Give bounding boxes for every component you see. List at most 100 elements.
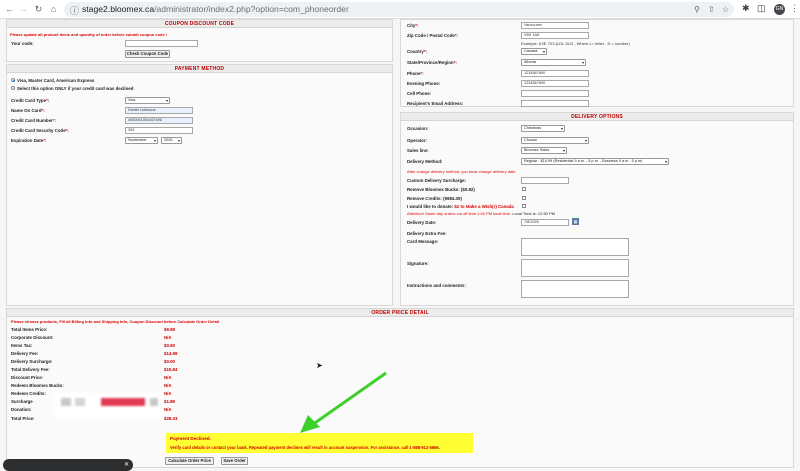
avatar[interactable]: GN	[774, 4, 785, 15]
card-number-label: Credit Card Number*:	[11, 118, 56, 123]
save-order-button[interactable]: Save Order	[221, 457, 248, 465]
donate-label: I would like to donate: $2 to Make a Wis…	[407, 204, 514, 209]
card-message-label: Card Message:	[407, 239, 439, 244]
address-bar[interactable]: ⓘ stage2.bloomex.ca/administrator/index2…	[64, 2, 734, 17]
sales-line-select[interactable]: Bloomex Sales	[521, 147, 567, 154]
summary-label: Redeem Credits:	[11, 391, 46, 396]
delivery-method-label: Delivery Method:	[407, 159, 443, 164]
payment-radio-card[interactable]	[11, 78, 15, 82]
security-code-input[interactable]: 393	[125, 127, 193, 134]
bookmark-star-icon[interactable]: ☆	[722, 5, 729, 14]
calendar-icon[interactable]: ▦	[572, 218, 579, 225]
order-title: ORDER PRICE DETAIL	[7, 309, 793, 317]
occasion-select[interactable]: Christmas	[521, 125, 565, 132]
summary-value: N/A	[164, 391, 172, 396]
remove-bucks-checkbox[interactable]	[522, 187, 526, 191]
signature-textarea[interactable]	[521, 259, 629, 277]
evening-phone-label: Evening Phone:	[407, 81, 441, 86]
zip-label: Zip Code / Postal Code*:	[407, 33, 459, 38]
card-type-select[interactable]: Visa	[125, 97, 170, 104]
coupon-notice: Please update all product items and quan…	[10, 32, 168, 37]
delivery-method-select[interactable]: Regular - $14.99 (Residential 9 a.m. - 8…	[521, 158, 669, 165]
name-on-card-input[interactable]: Dimitri Lukmuna	[125, 107, 193, 114]
instructions-textarea[interactable]	[521, 280, 629, 298]
delivery-extra-fee-label: Delivery Extra Fee:	[407, 231, 447, 236]
recipient-email-input[interactable]	[521, 100, 589, 107]
country-select[interactable]: Canada	[521, 48, 547, 55]
state-label: State/Province/Region*:	[407, 60, 457, 65]
signature-label: Signature:	[407, 261, 429, 266]
browser-toolbar: ← → ↻ ⌂ ⓘ stage2.bloomex.ca/administrato…	[0, 0, 800, 19]
state-select[interactable]: Alberta	[521, 59, 586, 66]
payment-section: PAYMENT METHOD Visa, Master Card, Americ…	[6, 64, 393, 306]
city-input[interactable]: Vancouver	[521, 22, 589, 29]
zip-input[interactable]: V6H 1A6	[521, 32, 589, 39]
shipping-section: City*: Vancouver Zip Code / Postal Code*…	[400, 19, 794, 107]
cutoff-notice: Attention! Same day orders cut off time …	[407, 211, 556, 216]
summary-value: $28.33	[164, 416, 178, 421]
redaction-overlay	[53, 393, 161, 419]
summary-value: N/A	[164, 383, 172, 388]
close-icon[interactable]: ✕	[124, 461, 129, 468]
zoom-icon[interactable]: ⚲	[694, 5, 700, 14]
payment-option-declined: Select this option ONLY if your credit c…	[17, 86, 134, 91]
zip-example: Example: K2E 7X3 (LDL DLD , Where L= let…	[521, 41, 630, 46]
delivery-date-input[interactable]: 7/8/2025	[521, 219, 569, 226]
expiration-year-select[interactable]: 2025	[161, 137, 182, 144]
phone-input[interactable]: 1234567890	[521, 70, 589, 77]
summary-label: Total Price:	[11, 416, 35, 421]
coupon-code-input[interactable]	[125, 40, 198, 47]
summary-label: Donation:	[11, 407, 32, 412]
payment-title: PAYMENT METHOD	[7, 65, 392, 73]
forward-icon[interactable]: →	[18, 4, 29, 15]
delivery-title: DELIVERY OPTIONS	[401, 113, 793, 121]
back-icon[interactable]: ←	[4, 4, 15, 15]
cell-phone-label: Cell Phone:	[407, 91, 432, 96]
summary-label: Items Tax:	[11, 343, 33, 348]
operator-label: Operator:	[407, 138, 428, 143]
payment-declined-alert: Payment Declined. Verify card details or…	[166, 433, 473, 453]
card-number-input[interactable]: 4000041004167406	[125, 117, 193, 124]
expiration-month-select[interactable]: September	[125, 137, 158, 144]
menu-dots-icon[interactable]: ⋮	[790, 3, 799, 14]
reload-icon[interactable]: ↻	[33, 4, 44, 15]
delivery-section: DELIVERY OPTIONS Occasion: Christmas Ope…	[400, 112, 794, 306]
card-message-textarea[interactable]	[521, 238, 629, 256]
coupon-code-label: Your code:	[11, 41, 34, 46]
delivery-date-label: Delivery Date:	[407, 220, 437, 225]
home-icon[interactable]: ⌂	[48, 4, 59, 15]
site-info-icon[interactable]: ⓘ	[70, 4, 79, 17]
remove-credits-checkbox[interactable]	[522, 196, 526, 200]
name-on-card-label: Name On Card*:	[11, 108, 45, 113]
summary-label: Delivery Fee:	[11, 351, 39, 356]
url-text: stage2.bloomex.ca/administrator/index2.p…	[82, 4, 349, 14]
sales-line-label: Sales line:	[407, 148, 429, 153]
evening-phone-input[interactable]: 1234567890	[521, 80, 589, 87]
donate-checkbox[interactable]	[522, 204, 526, 208]
declined-message: Verify card details or contact your bank…	[170, 445, 440, 450]
payment-option-card: Visa, Master Card, American Express	[17, 78, 95, 83]
extensions-icon[interactable]: ✱	[742, 3, 750, 14]
cell-phone-input[interactable]	[521, 90, 589, 97]
summary-label: Redeem Bloomex Bucks:	[11, 383, 64, 388]
summary-value: N/A	[164, 407, 172, 412]
security-code-label: Credit Card Security Code*:	[11, 128, 69, 133]
summary-value: $14.99	[164, 351, 178, 356]
remove-bucks-label: Remove Bloomex Bucks: ($0.82)	[407, 187, 475, 192]
declined-title: Payment Declined.	[170, 436, 211, 441]
side-panel-icon[interactable]: ◫	[757, 3, 766, 14]
summary-value: $0.00	[164, 359, 175, 364]
summary-value: $0.50	[164, 343, 175, 348]
notification-pill	[3, 459, 133, 471]
payment-radio-declined[interactable]	[11, 86, 15, 90]
check-coupon-button[interactable]: Check Coupon Code	[125, 50, 170, 58]
summary-label: Delivery Surcharge:	[11, 359, 53, 364]
calculate-order-button[interactable]: Calculate Order Price	[165, 457, 214, 465]
summary-value: $15.84	[164, 367, 178, 372]
operator-select[interactable]: Choose	[521, 137, 589, 144]
summary-value: N/A	[164, 375, 172, 380]
share-icon[interactable]: ⇧	[708, 5, 715, 14]
method-change-note: After change delivery method, you must c…	[407, 169, 516, 174]
custom-surcharge-input[interactable]	[521, 177, 569, 184]
summary-label: Corporate Discount:	[11, 335, 54, 340]
